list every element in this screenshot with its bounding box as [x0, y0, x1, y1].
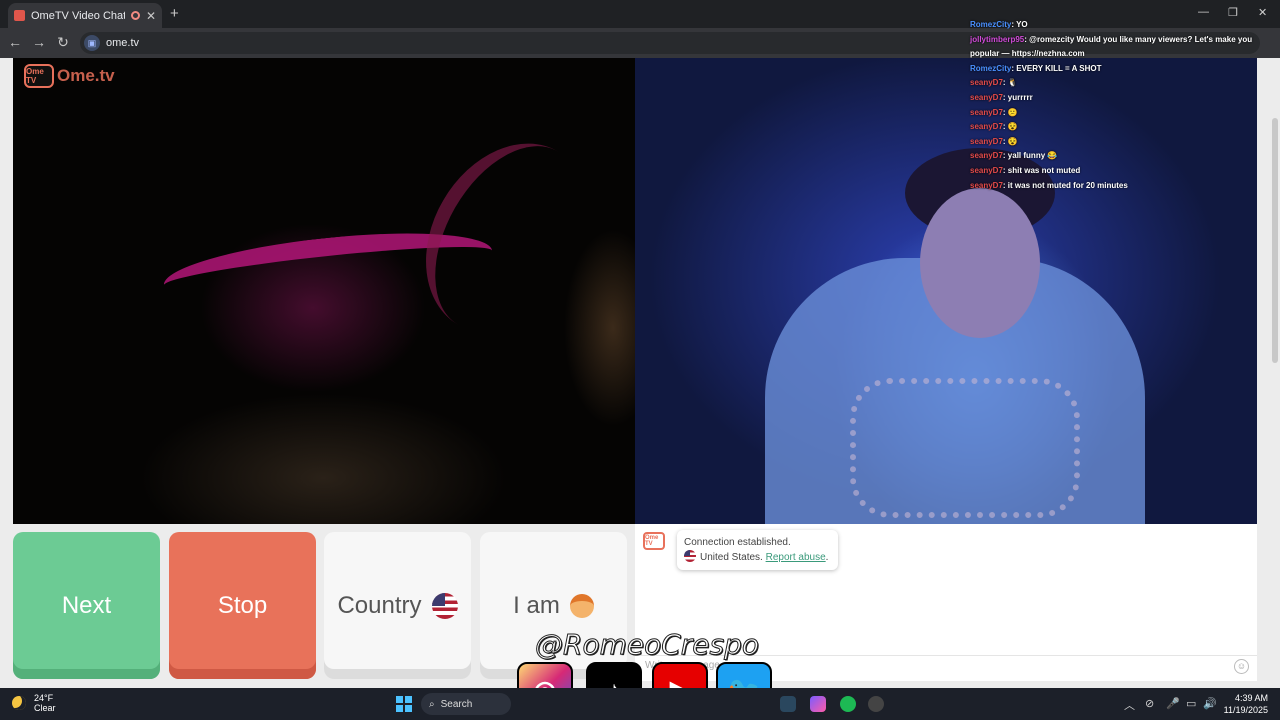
- tab-close-icon[interactable]: ✕: [146, 9, 156, 23]
- search-icon: ⌕: [429, 698, 435, 710]
- next-label: Next: [61, 591, 112, 619]
- forward-button[interactable]: →: [27, 34, 51, 50]
- chat-message: seanyD7: yall funny 😂: [970, 149, 1260, 164]
- chat-message: jollytimberp95: @romezcity Would you lik…: [970, 33, 1260, 62]
- chat-text: : 😵: [1002, 122, 1018, 132]
- stop-label: Stop: [217, 591, 268, 619]
- chat-username: seanyD7: [970, 122, 1003, 132]
- chat-message: seanyD7: shit was not muted: [970, 164, 1260, 179]
- chat-text: : YO: [1011, 20, 1028, 29]
- report-abuse-link[interactable]: Report abuse: [766, 552, 826, 563]
- chat-username: seanyD7: [970, 92, 1003, 102]
- ometv-favicon-icon: [14, 10, 25, 21]
- chat-text: : yall funny 😂: [1002, 151, 1058, 161]
- time: 4:39 AM: [1234, 693, 1268, 703]
- country-label: Country: [337, 591, 422, 619]
- ometv-logo[interactable]: Ome TV Ome.tv: [24, 64, 115, 88]
- chat-username: RomezCity: [970, 63, 1012, 73]
- ometv-logo-text: Ome.tv: [57, 66, 115, 85]
- chat-username: seanyD7: [970, 151, 1003, 161]
- recording-icon: [130, 11, 140, 20]
- stream-chat-overlay: RomezCity: YO jollytimberp95: @romezcity …: [970, 18, 1260, 193]
- connection-status: Connection established.: [684, 537, 791, 548]
- weather-condition: Clear: [34, 703, 56, 713]
- chat-text: : it was not muted for 20 minutes: [1002, 180, 1128, 190]
- volume-icon[interactable]: 🔊: [1203, 697, 1217, 710]
- report-period: .: [825, 552, 829, 563]
- steam-icon[interactable]: [780, 696, 796, 712]
- chat-text: : EVERY KILL = A SHOT: [1011, 63, 1102, 73]
- stop-button[interactable]: Stop: [169, 532, 316, 679]
- country-line: United States. Report abuse.: [684, 550, 831, 565]
- chat-text: : yurrrrr: [1002, 92, 1033, 102]
- microphone-icon[interactable]: 🎤: [1166, 697, 1180, 710]
- spotify-icon[interactable]: [840, 696, 856, 712]
- taskbar-clock[interactable]: 4:39 AM 11/19/2025: [1224, 692, 1268, 716]
- weather-widget[interactable]: 24°F Clear: [12, 693, 56, 713]
- chat-message: RomezCity: EVERY KILL = A SHOT: [970, 62, 1260, 77]
- tray-app-icon[interactable]: ⊘: [1145, 697, 1154, 710]
- reload-button[interactable]: ↻: [51, 34, 75, 51]
- copilot-icon[interactable]: [810, 696, 826, 712]
- date: 11/19/2025: [1223, 705, 1268, 715]
- tab-ometv[interactable]: OmeTV Video Chat — Ome ✕: [8, 3, 162, 28]
- chat-username: seanyD7: [970, 180, 1003, 190]
- boy-emoji-icon: [569, 593, 594, 618]
- video-figure: [393, 113, 623, 363]
- back-button[interactable]: ←: [3, 34, 27, 50]
- chat-message: seanyD7: 😕: [970, 106, 1260, 121]
- chat-username: seanyD7: [970, 107, 1003, 117]
- us-flag-icon: [431, 592, 458, 619]
- ometv-logo-icon: Ome TV: [24, 64, 54, 88]
- chat-username: seanyD7: [970, 136, 1003, 146]
- url-text: ome.tv: [106, 37, 140, 49]
- windows-taskbar: 24°F Clear ⌕ Search ︿ ⊘ 🎤 ▭ 🔊 4:39 AM 11…: [0, 688, 1280, 720]
- new-tab-button[interactable]: +: [170, 5, 179, 22]
- tab-title: OmeTV Video Chat — Ome: [31, 9, 125, 22]
- next-button[interactable]: Next: [13, 532, 160, 679]
- monitor-icon[interactable]: ▭: [1186, 697, 1196, 710]
- video-figure: [920, 188, 1040, 338]
- chat-text: : 🐧: [1002, 78, 1018, 88]
- us-flag-icon: [684, 550, 696, 562]
- tray-chevron-icon[interactable]: ︿: [1124, 697, 1135, 713]
- chat-username: jollytimberp95: [970, 34, 1025, 44]
- video-figure: [850, 378, 1080, 518]
- chat-text: : shit was not muted: [1002, 165, 1081, 175]
- settings-icon[interactable]: [868, 696, 884, 712]
- chat-message: seanyD7: yurrrrr: [970, 91, 1260, 106]
- search-label: Search: [440, 698, 473, 710]
- windows-start-icon[interactable]: [396, 696, 412, 712]
- minimize-button[interactable]: —: [1198, 6, 1209, 18]
- chat-text: : 😵: [1002, 136, 1018, 146]
- chat-message: seanyD7: 😵: [970, 135, 1260, 150]
- chat-message: RomezCity: YO: [970, 18, 1260, 33]
- taskbar-search[interactable]: ⌕ Search: [421, 693, 511, 715]
- chat-text: : 😕: [1002, 107, 1018, 117]
- country-name: United States.: [700, 552, 763, 563]
- moon-icon: [12, 696, 26, 710]
- chat-message: seanyD7: it was not muted for 20 minutes: [970, 179, 1260, 194]
- chat-message: seanyD7: 🐧: [970, 76, 1260, 91]
- stranger-video: Ome TV Ome.tv: [13, 58, 635, 524]
- site-info-icon[interactable]: ▣: [84, 35, 100, 51]
- page-scrollbar[interactable]: [1272, 118, 1278, 363]
- streamer-watermark: @RomeoCrespo: [535, 628, 760, 662]
- country-button[interactable]: Country: [324, 532, 471, 679]
- temperature: 24°F: [34, 693, 54, 703]
- iam-label: I am: [513, 591, 560, 619]
- system-message: Connection established. United States. R…: [677, 530, 838, 570]
- chat-username: seanyD7: [970, 165, 1003, 175]
- ometv-chat-logo-icon: Ome TV: [643, 532, 665, 550]
- chat-message: seanyD7: 😵: [970, 120, 1260, 135]
- chat-username: RomezCity: [970, 20, 1012, 29]
- emoji-icon[interactable]: ☺: [1234, 659, 1249, 674]
- chat-username: seanyD7: [970, 78, 1003, 88]
